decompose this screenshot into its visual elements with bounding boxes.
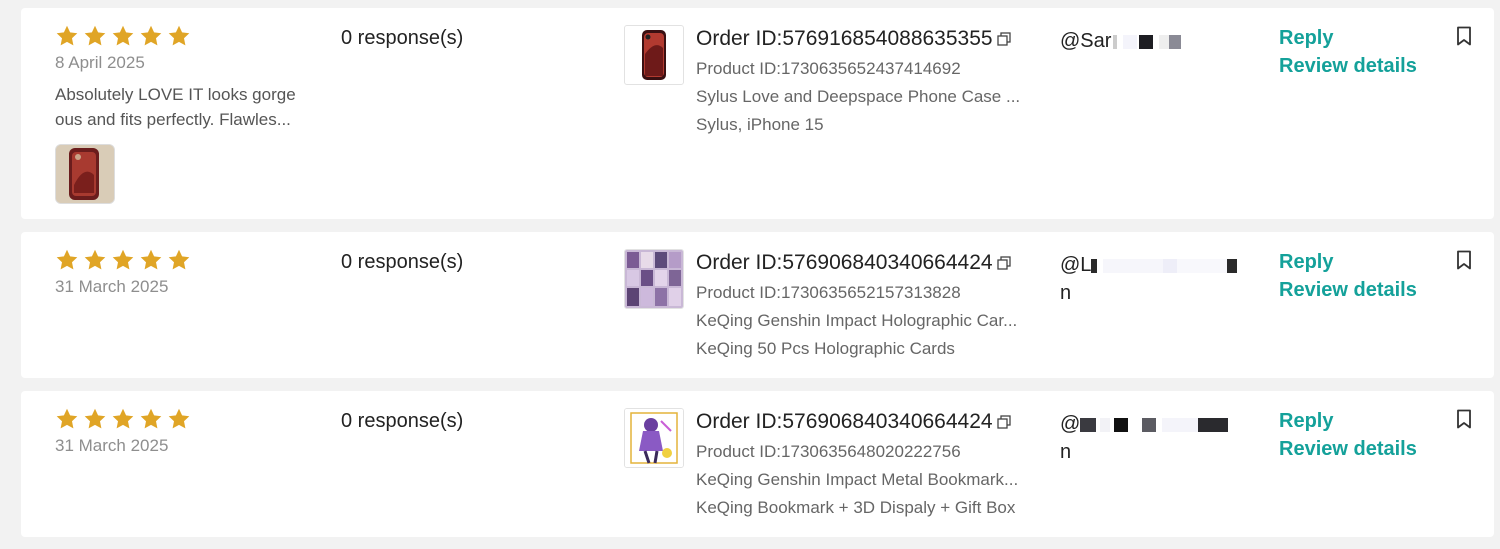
star-icon: [140, 25, 162, 46]
redaction: [1113, 34, 1118, 49]
star-icon: [112, 408, 134, 429]
copy-icon[interactable]: [996, 32, 1011, 46]
reviewer-username: @ n: [1060, 410, 1229, 466]
star-icon: [168, 408, 190, 429]
product-name: Sylus Love and Deepspace Phone Case ...: [696, 87, 1021, 106]
star-rating: [55, 248, 191, 272]
reviewer-username: @Sar: [1060, 27, 1182, 55]
review-date: 8 April 2025: [55, 53, 145, 72]
bookmark-icon[interactable]: [1456, 26, 1472, 46]
redaction: [1091, 258, 1098, 273]
review-details-link[interactable]: Review details: [1279, 279, 1417, 302]
product-thumbnail[interactable]: [624, 249, 684, 309]
response-count: 0 response(s): [341, 410, 464, 432]
order-id-text: Order ID:576906840340664424: [696, 251, 993, 274]
bookmark-icon[interactable]: [1456, 409, 1472, 429]
star-icon: [84, 408, 106, 429]
star-icon: [84, 25, 106, 46]
review-card: 31 March 2025 0 response(s) Order ID:576…: [21, 232, 1494, 378]
redaction: [1162, 417, 1199, 432]
copy-icon[interactable]: [996, 415, 1011, 429]
username-text: @L: [1060, 254, 1092, 276]
review-details-link[interactable]: Review details: [1279, 55, 1417, 78]
review-photo[interactable]: [55, 144, 115, 204]
review-date: 31 March 2025: [55, 277, 169, 296]
review-card: 31 March 2025 0 response(s) Order ID:576…: [21, 391, 1494, 537]
redaction: [1139, 34, 1154, 49]
star-icon: [112, 25, 134, 46]
review-date: 31 March 2025: [55, 436, 169, 455]
redaction: [1159, 34, 1170, 49]
username-text-cont: n: [1060, 282, 1072, 304]
username-text-cont: n: [1060, 441, 1072, 463]
response-count: 0 response(s): [341, 251, 464, 273]
redaction: [1227, 258, 1238, 273]
star-icon: [56, 249, 78, 270]
reply-link[interactable]: Reply: [1279, 410, 1333, 433]
star-rating: [55, 407, 191, 431]
redaction: [1123, 34, 1138, 49]
order-id-text: Order ID:576906840340664424: [696, 410, 993, 433]
redaction: [1103, 258, 1164, 273]
copy-icon[interactable]: [996, 256, 1011, 270]
redaction: [1169, 34, 1182, 49]
product-thumbnail[interactable]: [624, 408, 684, 468]
product-variant: KeQing Bookmark + 3D Dispaly + Gift Box: [696, 498, 1016, 517]
reply-link[interactable]: Reply: [1279, 27, 1333, 50]
product-id: Product ID:1730635648020222756: [696, 442, 961, 461]
star-icon: [84, 249, 106, 270]
product-variant: KeQing 50 Pcs Holographic Cards: [696, 339, 955, 358]
redaction: [1198, 417, 1229, 432]
star-rating: [55, 24, 191, 48]
review-card: 8 April 2025 Absolutely LOVE IT looks go…: [21, 8, 1494, 219]
order-id-text: Order ID:576916854088635355: [696, 27, 993, 50]
username-text: @Sar: [1060, 30, 1112, 52]
redaction: [1080, 417, 1097, 432]
reply-link[interactable]: Reply: [1279, 251, 1333, 274]
review-details-link[interactable]: Review details: [1279, 438, 1417, 461]
product-thumbnail[interactable]: [624, 25, 684, 85]
star-icon: [140, 408, 162, 429]
star-icon: [168, 25, 190, 46]
order-id: Order ID:576916854088635355: [696, 27, 1011, 51]
review-text: Absolutely LOVE IT looks gorge ous and f…: [55, 85, 296, 129]
order-id: Order ID:576906840340664424: [696, 251, 1011, 275]
redaction: [1142, 417, 1157, 432]
redaction: [1163, 258, 1178, 273]
product-name: KeQing Genshin Impact Metal Bookmark...: [696, 470, 1019, 489]
redaction: [1177, 258, 1228, 273]
bookmark-icon[interactable]: [1456, 250, 1472, 270]
product-id: Product ID:1730635652157313828: [696, 283, 961, 302]
response-count: 0 response(s): [341, 27, 464, 49]
product-name: KeQing Genshin Impact Holographic Car...: [696, 311, 1018, 330]
reviewer-username: @L n: [1060, 251, 1238, 307]
order-id: Order ID:576906840340664424: [696, 410, 1011, 434]
redaction: [1114, 417, 1129, 432]
product-variant: Sylus, iPhone 15: [696, 115, 824, 134]
star-icon: [140, 249, 162, 270]
star-icon: [56, 408, 78, 429]
product-id: Product ID:1730635652437414692: [696, 59, 961, 78]
star-icon: [112, 249, 134, 270]
redaction: [1100, 417, 1111, 432]
username-text: @: [1060, 413, 1081, 435]
star-icon: [168, 249, 190, 270]
star-icon: [56, 25, 78, 46]
